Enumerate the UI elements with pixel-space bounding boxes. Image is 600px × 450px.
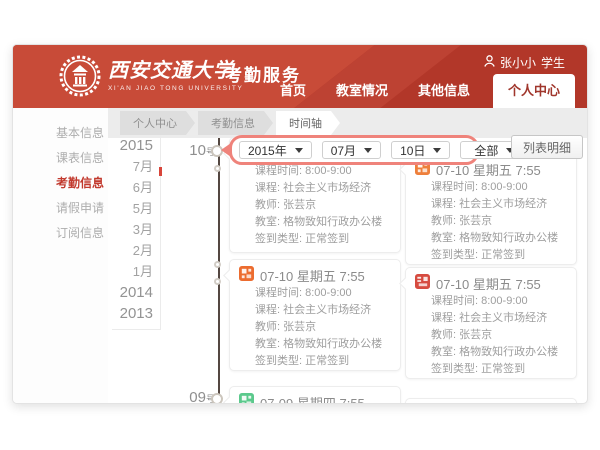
app-window: 西安交通大学 XI'AN JIAO TONG UNIVERSITY 考勤服务 张… — [12, 44, 588, 404]
timeline-node — [214, 261, 221, 268]
breadcrumb: 个人中心 考勤信息 时间轴 — [108, 108, 587, 138]
university-logo — [59, 55, 101, 97]
day-select[interactable]: 10日 — [391, 141, 450, 159]
attendance-card-partial — [405, 398, 577, 404]
current-month-tick — [159, 167, 162, 176]
app-header: 西安交通大学 XI'AN JIAO TONG UNIVERSITY 考勤服务 张… — [13, 45, 587, 108]
scale-year-2014[interactable]: 2014 — [112, 282, 153, 303]
user-role: 学生 — [541, 54, 565, 71]
user-name: 张小小 — [500, 54, 536, 71]
timeline-node — [214, 278, 221, 285]
day-marker-09: 09号 — [181, 389, 215, 404]
university-name-block: 西安交通大学 XI'AN JIAO TONG UNIVERSITY — [108, 54, 243, 92]
timeline-rail — [218, 138, 220, 403]
filter-callout: 2015年 07月 10日 全部 — [229, 135, 479, 165]
card-title: 07-09 星期四 7:55 — [260, 393, 365, 405]
attendance-card: 07-10 星期五 7:55 课程时间: 8:00-9:00 课程: 社会主义市… — [405, 267, 577, 379]
scale-year-2015[interactable]: 2015 — [112, 135, 153, 156]
scale-month-feb[interactable]: 2月 — [112, 240, 153, 261]
main-nav: 首页 教室情况 其他信息 个人中心 — [265, 74, 575, 108]
attendance-card: 07-10 星期五 7:55 课程时间: 8:00-9:00 课程: 社会主义市… — [229, 259, 401, 371]
timeline-scale: 2015 7月 6月 5月 3月 2月 1月 2014 2013 — [112, 135, 161, 330]
scale-month-jan[interactable]: 1月 — [112, 261, 153, 282]
card-title: 07-10 星期五 7:55 — [260, 266, 365, 285]
user-icon — [484, 55, 495, 70]
chevron-down-icon — [433, 148, 441, 153]
breadcrumb-timeline[interactable]: 时间轴 — [276, 111, 340, 135]
page: 西安交通大学 XI'AN JIAO TONG UNIVERSITY 考勤服务 张… — [0, 0, 600, 450]
sidebar: 基本信息 课表信息 考勤信息 请假申请 订阅信息 — [13, 108, 108, 403]
breadcrumb-personal-center[interactable]: 个人中心 — [120, 111, 195, 135]
day-marker-10: 10号 — [181, 142, 215, 160]
attendance-card: 07-10 星期五 7:55 课程时间: 8:00-9:00 课程: 社会主义市… — [405, 153, 577, 265]
university-name-cn: 西安交通大学 — [108, 54, 243, 83]
university-name-en: XI'AN JIAO TONG UNIVERSITY — [108, 85, 243, 92]
nav-item-classrooms[interactable]: 教室情况 — [321, 80, 403, 108]
attendance-stamp-icon — [239, 266, 254, 284]
scale-month-jun[interactable]: 6月 — [112, 177, 153, 198]
month-select[interactable]: 07月 — [322, 141, 381, 159]
sidebar-item-schedule[interactable]: 课表信息 — [13, 146, 108, 171]
chevron-down-icon — [364, 148, 372, 153]
scale-month-mar[interactable]: 3月 — [112, 219, 153, 240]
user-account[interactable]: 张小小 学生 — [484, 54, 565, 71]
attendance-stamp-icon — [415, 274, 430, 292]
scale-year-2013[interactable]: 2013 — [112, 303, 153, 324]
breadcrumb-attendance-info[interactable]: 考勤信息 — [198, 111, 273, 135]
attendance-card-partial: 07-09 星期四 7:55 — [229, 386, 401, 404]
timeline-node — [214, 165, 221, 172]
attendance-stamp-icon — [239, 393, 254, 404]
sidebar-item-subscription[interactable]: 订阅信息 — [13, 221, 108, 246]
nav-item-personal-center[interactable]: 个人中心 — [493, 74, 575, 108]
nav-item-other-info[interactable]: 其他信息 — [403, 80, 485, 108]
chevron-down-icon — [295, 148, 303, 153]
sidebar-item-leave-request[interactable]: 请假申请 — [13, 196, 108, 221]
list-detail-button[interactable]: 列表明细 — [511, 135, 583, 159]
timeline-node-day09 — [211, 393, 223, 404]
card-title: 07-10 星期五 7:55 — [436, 274, 541, 293]
sidebar-item-basic-info[interactable]: 基本信息 — [13, 121, 108, 146]
sidebar-item-attendance[interactable]: 考勤信息 — [13, 171, 108, 196]
nav-item-home[interactable]: 首页 — [265, 80, 321, 108]
year-select[interactable]: 2015年 — [239, 141, 312, 159]
scale-month-jul[interactable]: 7月 — [112, 156, 153, 177]
scale-month-may[interactable]: 5月 — [112, 198, 153, 219]
